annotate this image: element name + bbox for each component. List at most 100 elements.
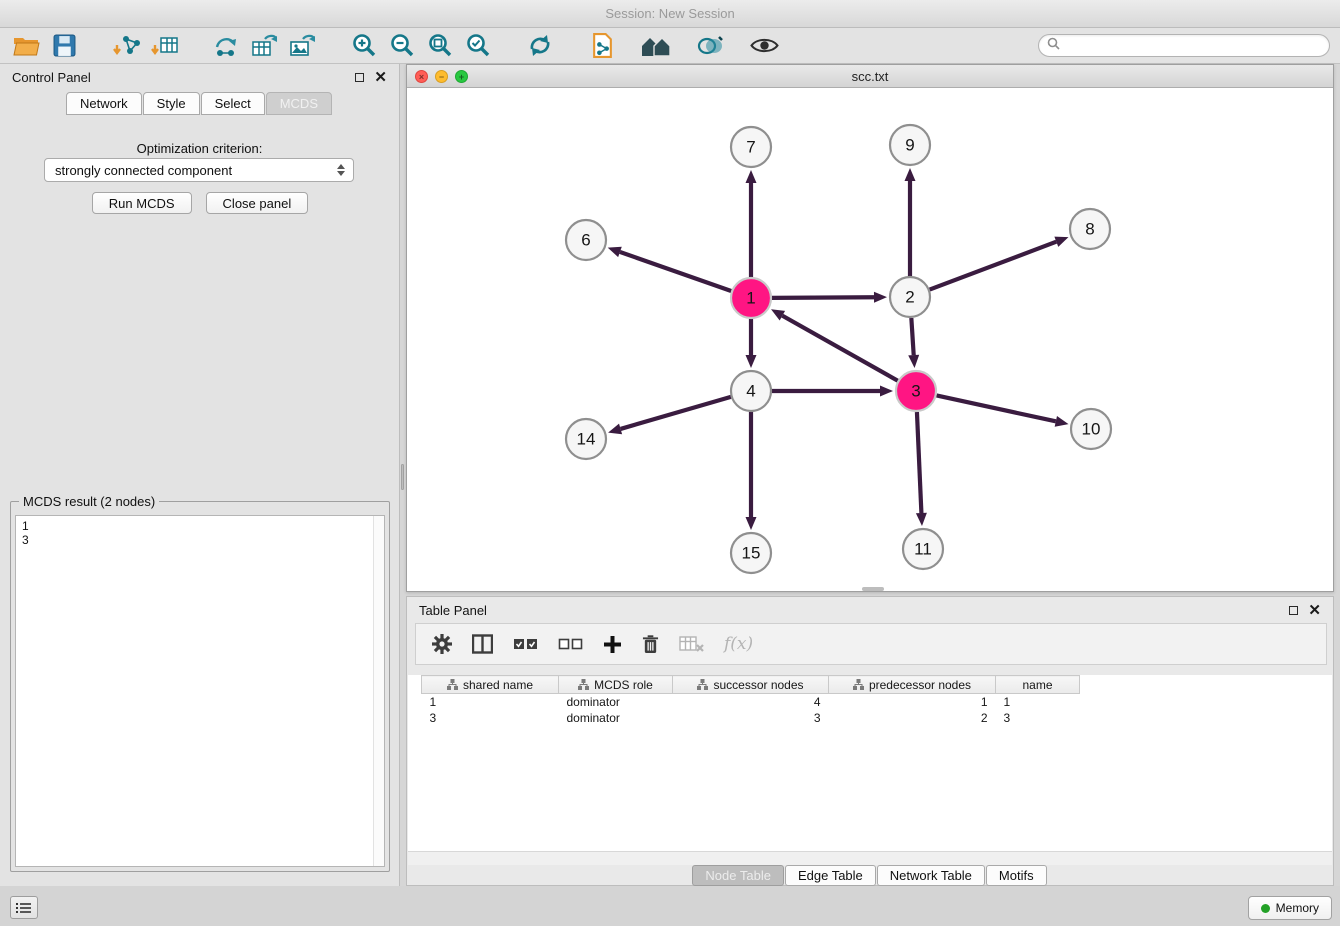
network-window-title: scc.txt	[852, 69, 889, 84]
window-title: Session: New Session	[605, 6, 734, 21]
table-toolbar: f(x)	[415, 623, 1327, 665]
export-network-icon[interactable]	[210, 31, 242, 61]
criterion-value: strongly connected component	[55, 163, 232, 178]
close-window-icon[interactable]: ×	[415, 70, 428, 83]
delete-row-trash-icon[interactable]	[642, 634, 659, 654]
zoom-selected-icon[interactable]	[462, 31, 494, 61]
tab-edge-table[interactable]: Edge Table	[785, 865, 876, 886]
close-table-panel-icon[interactable]: ✕	[1308, 603, 1321, 618]
delete-table-icon[interactable]	[679, 635, 704, 653]
tree-icon	[853, 679, 864, 690]
table-hscrollbar[interactable]	[408, 851, 1332, 865]
open-folder-icon[interactable]	[10, 31, 42, 61]
apply-style-icon[interactable]	[694, 31, 726, 61]
tab-network-table[interactable]: Network Table	[877, 865, 985, 886]
cell-shared-name[interactable]: 1	[422, 694, 559, 710]
graph-edge-3-10[interactable]	[937, 395, 1056, 421]
graph-edge-3-11[interactable]	[917, 412, 921, 513]
graph-node-label-11: 11	[914, 540, 932, 559]
table-panel-title: Table Panel	[419, 603, 487, 618]
memory-button[interactable]: Memory	[1248, 896, 1332, 920]
tab-network[interactable]: Network	[66, 92, 142, 115]
graph-node-label-7: 7	[746, 138, 755, 157]
graph-node-label-8: 8	[1085, 220, 1094, 239]
home-view-icon[interactable]	[640, 31, 672, 61]
run-mcds-button[interactable]: Run MCDS	[92, 192, 192, 214]
apply-layout-icon[interactable]	[524, 31, 556, 61]
graph-edge-1-2[interactable]	[772, 297, 874, 298]
export-image-icon[interactable]	[286, 31, 318, 61]
control-panel: Control Panel ✕ Network Style Select MCD…	[0, 64, 400, 886]
close-panel-icon[interactable]: ✕	[374, 70, 387, 85]
tab-node-table[interactable]: Node Table	[692, 865, 784, 886]
clone-network-icon[interactable]	[586, 31, 618, 61]
float-panel-icon[interactable]	[355, 73, 364, 82]
tab-mcds[interactable]: MCDS	[266, 92, 332, 115]
cell-mcds-role[interactable]: dominator	[559, 710, 673, 726]
minimize-window-icon[interactable]: −	[435, 70, 448, 83]
save-session-icon[interactable]	[48, 31, 80, 61]
show-hide-icon[interactable]	[748, 31, 780, 61]
cell-mcds-role[interactable]: dominator	[559, 694, 673, 710]
tree-icon	[578, 679, 589, 690]
export-table-icon[interactable]	[248, 31, 280, 61]
network-window: × − + scc.txt 7968124314101511	[406, 64, 1334, 592]
mcds-result-textarea[interactable]: 1 3	[15, 515, 385, 867]
graph-arrowhead-2-3	[908, 355, 919, 368]
column-header-name[interactable]: name	[996, 676, 1080, 694]
unselect-all-icon[interactable]	[558, 636, 583, 652]
zoom-out-icon[interactable]	[386, 31, 418, 61]
column-header-predecessor-nodes[interactable]: predecessor nodes	[829, 676, 996, 694]
cell-successor-nodes[interactable]: 3	[673, 710, 829, 726]
import-network-icon[interactable]	[110, 31, 142, 61]
cell-predecessor-nodes[interactable]: 1	[829, 694, 996, 710]
add-row-plus-icon[interactable]	[603, 635, 622, 654]
zoom-fit-icon[interactable]	[424, 31, 456, 61]
result-scrollbar[interactable]	[373, 516, 384, 866]
import-table-icon[interactable]	[148, 31, 180, 61]
close-panel-button[interactable]: Close panel	[206, 192, 309, 214]
tree-icon	[697, 679, 708, 690]
column-header-successor-nodes[interactable]: successor nodes	[673, 676, 829, 694]
graph-edge-3-1[interactable]	[782, 316, 897, 381]
search-icon	[1047, 37, 1060, 55]
cell-shared-name[interactable]: 3	[422, 710, 559, 726]
graph-node-label-1: 1	[746, 289, 755, 308]
table-row[interactable]: 1 dominator 4 1 1	[422, 694, 1080, 710]
column-header-mcds-role[interactable]: MCDS role	[559, 676, 673, 694]
graph-edge-4-14[interactable]	[621, 397, 731, 429]
graph-edge-1-6[interactable]	[620, 252, 731, 291]
cell-predecessor-nodes[interactable]: 2	[829, 710, 996, 726]
tab-motifs[interactable]: Motifs	[986, 865, 1047, 886]
table-area: shared name MCDS role successor nodes pr…	[408, 675, 1332, 851]
column-header-shared-name[interactable]: shared name	[422, 676, 559, 694]
split-view-icon[interactable]	[472, 634, 493, 654]
maximize-window-icon[interactable]: +	[455, 70, 468, 83]
graph-edge-2-3[interactable]	[911, 318, 913, 355]
network-canvas[interactable]: 7968124314101511	[407, 88, 1333, 591]
criterion-dropdown[interactable]: strongly connected component	[44, 158, 354, 182]
float-table-panel-icon[interactable]	[1289, 606, 1298, 615]
network-hscrollbar[interactable]	[862, 587, 884, 591]
table-row[interactable]: 3 dominator 3 2 3	[422, 710, 1080, 726]
zoom-in-icon[interactable]	[348, 31, 380, 61]
graph-node-label-15: 15	[742, 544, 761, 563]
search-input[interactable]	[1065, 39, 1321, 53]
mcds-result-group: MCDS result (2 nodes) 1 3	[10, 494, 390, 872]
search-box[interactable]	[1038, 34, 1330, 57]
graph-node-label-2: 2	[905, 288, 914, 307]
tab-style[interactable]: Style	[143, 92, 200, 115]
graph-edge-2-8[interactable]	[930, 242, 1057, 290]
select-all-icon[interactable]	[513, 636, 538, 652]
network-window-titlebar[interactable]: × − + scc.txt	[407, 65, 1333, 88]
graph-node-label-6: 6	[581, 231, 590, 250]
cell-name[interactable]: 3	[996, 710, 1080, 726]
tab-select[interactable]: Select	[201, 92, 265, 115]
task-history-button[interactable]	[10, 896, 38, 919]
function-builder-icon[interactable]: f(x)	[724, 634, 753, 654]
column-settings-gear-icon[interactable]	[432, 634, 452, 654]
cell-name[interactable]: 1	[996, 694, 1080, 710]
graph-arrowhead-1-4	[746, 355, 757, 368]
dropdown-arrows-icon	[337, 164, 345, 176]
cell-successor-nodes[interactable]: 4	[673, 694, 829, 710]
